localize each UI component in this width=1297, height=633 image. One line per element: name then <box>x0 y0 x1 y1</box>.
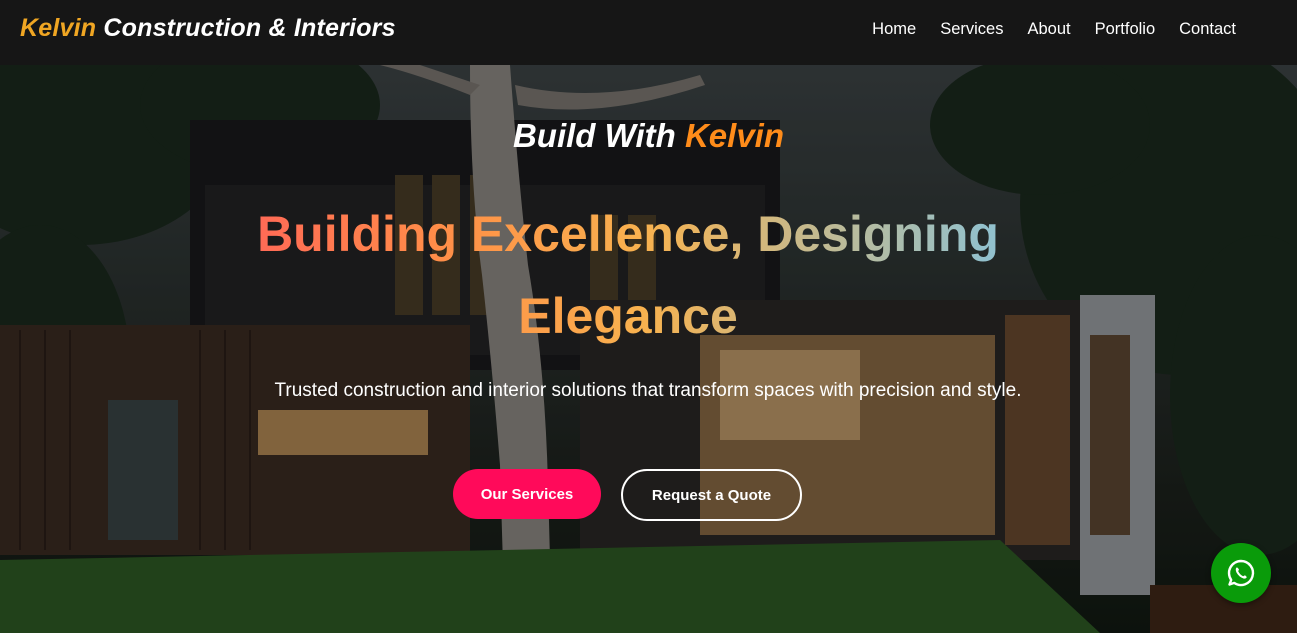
nav-link-portfolio[interactable]: Portfolio <box>1095 20 1156 39</box>
tagline-accent: Kelvin <box>684 117 785 154</box>
whatsapp-button[interactable] <box>1211 543 1271 603</box>
hero-tagline: Build With Kelvin <box>0 117 1297 155</box>
request-quote-button[interactable]: Request a Quote <box>621 469 802 521</box>
navbar: Kelvin Construction & Interiors Home Ser… <box>0 0 1297 65</box>
our-services-button[interactable]: Our Services <box>453 469 601 519</box>
brand-name-text: Construction & Interiors <box>96 14 396 42</box>
nav-link-home[interactable]: Home <box>872 20 916 39</box>
whatsapp-icon <box>1227 559 1255 587</box>
hero-subtext: Trusted construction and interior soluti… <box>274 380 1022 401</box>
nav-link-contact[interactable]: Contact <box>1179 20 1236 39</box>
hero-section: Build With Kelvin Building Excellence, D… <box>0 65 1297 633</box>
nav-menu: Home Services About Portfolio Contact <box>872 20 1236 39</box>
brand-accent-word: Kelvin <box>20 14 97 42</box>
nav-link-about[interactable]: About <box>1027 20 1070 39</box>
hero-headline: Building Excellence, Designing Elegance <box>200 193 1056 357</box>
tagline-prefix: Build With <box>512 117 685 154</box>
brand-logo[interactable]: Kelvin Construction & Interiors <box>20 14 396 43</box>
nav-link-services[interactable]: Services <box>940 20 1003 39</box>
